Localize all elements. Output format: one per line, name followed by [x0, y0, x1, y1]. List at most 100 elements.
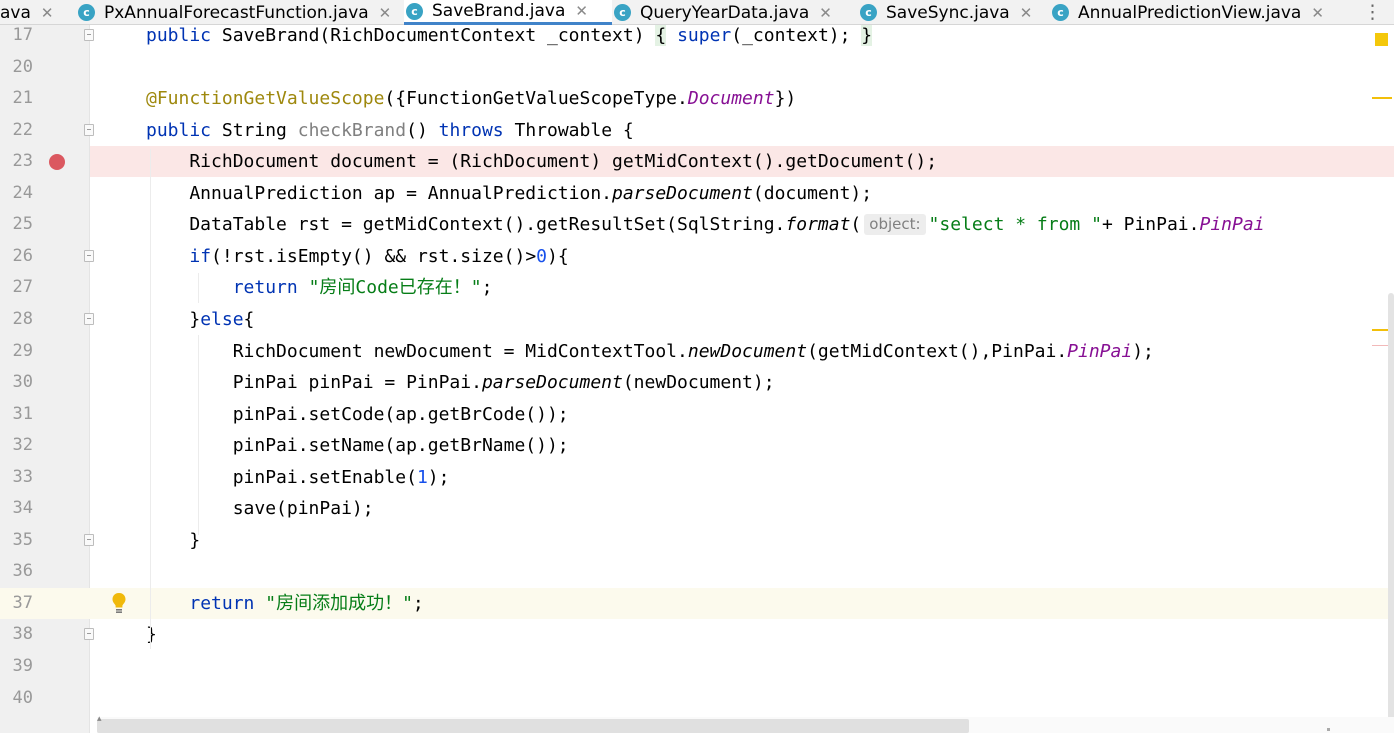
close-tab-icon[interactable]: ✕ [379, 4, 392, 22]
line-number[interactable]: 26 [0, 241, 33, 272]
scroll-arrow-icon[interactable]: ▴ [97, 714, 102, 724]
line-number[interactable]: 28 [0, 304, 33, 335]
horizontal-scrollbar-thumb[interactable] [97, 719, 969, 733]
tab-pxannualforecastfunction[interactable]: c PxAnnualForecastFunction.java ✕ [76, 0, 404, 25]
line-number[interactable]: 21 [0, 83, 33, 114]
code-text[interactable]: RichDocument newDocument = MidContextToo… [146, 336, 1154, 367]
code-text[interactable]: if(!rst.isEmpty() && rst.size()>0){ [146, 241, 568, 272]
code-line[interactable]: 27 return "房间Code已存在！"; [0, 272, 1394, 303]
close-tab-icon[interactable]: ✕ [1020, 4, 1033, 22]
line-number[interactable]: 39 [0, 651, 33, 682]
line-number[interactable]: 20 [0, 52, 33, 83]
more-tabs-icon[interactable]: ⋮ [1363, 1, 1382, 23]
code-text[interactable]: save(pinPai); [146, 493, 374, 524]
code-line[interactable]: 29 RichDocument newDocument = MidContext… [0, 336, 1394, 367]
vertical-scrollbar[interactable] [1388, 293, 1394, 723]
breakpoint-code-line[interactable]: 23 RichDocument document = (RichDocument… [13, 146, 1394, 178]
code-text[interactable]: return "房间添加成功！"; [146, 588, 423, 619]
line-number[interactable]: 33 [0, 462, 33, 493]
tab-ava[interactable]: ava ✕ [0, 0, 76, 25]
code-line[interactable]: 39 [0, 651, 1394, 682]
code-text[interactable]: } [146, 525, 200, 556]
fold-marker-icon[interactable] [84, 628, 94, 641]
line-number[interactable]: 30 [0, 367, 33, 398]
code-line[interactable]: 30 PinPai pinPai = PinPai.parseDocument(… [0, 367, 1394, 398]
code-line[interactable]: 31 pinPai.setCode(ap.getBrCode()); [0, 399, 1394, 430]
code-line[interactable]: 24 AnnualPrediction ap = AnnualPredictio… [0, 178, 1394, 209]
line-number[interactable]: 17 [0, 25, 33, 51]
line-number[interactable]: 34 [0, 493, 33, 524]
code-text[interactable]: RichDocument document = (RichDocument) g… [146, 146, 937, 177]
code-editor[interactable]: 17 public SaveBrand(RichDocumentContext _… [0, 25, 1394, 733]
tab-label: PxAnnualForecastFunction.java [104, 2, 369, 23]
code-token: (RichDocumentContext _context) [319, 25, 656, 46]
code-text[interactable]: public String checkBrand() throws Throwa… [146, 115, 634, 146]
close-tab-icon[interactable]: ✕ [1311, 4, 1324, 22]
tab-queryyeardata[interactable]: c QueryYearData.java ✕ [612, 0, 858, 25]
line-number[interactable]: 23 [0, 146, 33, 177]
close-tab-icon[interactable]: ✕ [575, 2, 588, 20]
line-number[interactable]: 40 [0, 683, 33, 714]
code-token: public [146, 119, 212, 141]
code-line[interactable]: 35 } [0, 525, 1394, 556]
tab-label: QueryYearData.java [640, 2, 810, 23]
line-number[interactable]: 25 [0, 209, 33, 240]
inspection-status-icon[interactable] [1375, 33, 1388, 46]
fold-marker-icon[interactable] [84, 123, 94, 136]
close-tab-icon[interactable]: ✕ [41, 4, 54, 22]
line-number[interactable]: 32 [0, 430, 33, 461]
tab-savebrand[interactable]: c SaveBrand.java ✕ [404, 0, 612, 25]
fold-marker-icon[interactable] [84, 29, 94, 41]
warning-marker[interactable] [1372, 97, 1392, 99]
code-text[interactable]: } [146, 619, 157, 650]
line-number[interactable]: 38 [0, 619, 33, 650]
line-number[interactable]: 35 [0, 525, 33, 556]
code-line[interactable]: 21 @FunctionGetValueScope({FunctionGetVal… [0, 83, 1394, 114]
line-number[interactable]: 36 [0, 556, 33, 587]
code-line[interactable]: 33 pinPai.setEnable(1); [0, 462, 1394, 493]
code-line[interactable]: 17 public SaveBrand(RichDocumentContext _… [0, 25, 1394, 51]
intention-bulb-icon[interactable] [110, 590, 128, 616]
code-text[interactable]: }else{ [146, 304, 254, 335]
code-line[interactable]: 22 public String checkBrand() throws Thro… [0, 115, 1394, 146]
tab-annualpredictionview[interactable]: c AnnualPredictionView.java ✕ [1050, 0, 1350, 25]
code-line[interactable]: 40 [0, 683, 1394, 714]
indent-guide [198, 273, 199, 303]
tab-label: SaveSync.java [886, 2, 1010, 23]
line-number[interactable]: 27 [0, 272, 33, 303]
code-token: PinPai [1199, 214, 1265, 236]
code-token: throws [438, 119, 504, 141]
code-line[interactable]: 38} [0, 619, 1394, 650]
caret-code-line[interactable]: 37 return "房间添加成功！"; [0, 587, 1394, 619]
line-number[interactable]: 37 [0, 588, 33, 619]
code-token: else [200, 308, 244, 330]
fold-marker-icon[interactable] [84, 533, 94, 546]
code-text[interactable]: public SaveBrand(RichDocumentContext _co… [146, 25, 873, 51]
code-text[interactable]: AnnualPrediction ap = AnnualPrediction.p… [146, 178, 872, 209]
line-number[interactable]: 22 [0, 115, 33, 146]
line-number[interactable]: 31 [0, 399, 33, 430]
indent-guide [150, 149, 151, 649]
code-token: 1 [416, 466, 428, 488]
code-text[interactable]: pinPai.setName(ap.getBrName()); [146, 430, 569, 461]
code-text[interactable]: pinPai.setCode(ap.getBrCode()); [146, 399, 569, 430]
code-line[interactable]: 34 save(pinPai); [0, 493, 1394, 524]
line-number[interactable]: 24 [0, 178, 33, 209]
code-line[interactable]: 36 [0, 556, 1394, 587]
close-tab-icon[interactable]: ✕ [819, 4, 832, 22]
code-token: checkBrand [297, 119, 407, 141]
tab-savesync[interactable]: c SaveSync.java ✕ [858, 0, 1050, 25]
code-text[interactable]: pinPai.setEnable(1); [146, 462, 450, 493]
code-line[interactable]: 28 }else{ [0, 304, 1394, 335]
fold-marker-icon[interactable] [84, 312, 94, 325]
code-line[interactable]: 26 if(!rst.isEmpty() && rst.size()>0){ [0, 241, 1394, 272]
code-line[interactable]: 25 DataTable rst = getMidContext().getRe… [0, 209, 1394, 240]
fold-marker-icon[interactable] [84, 249, 94, 262]
code-text[interactable]: DataTable rst = getMidContext().getResul… [146, 209, 1265, 240]
line-number[interactable]: 29 [0, 336, 33, 367]
code-line[interactable]: 32 pinPai.setName(ap.getBrName()); [0, 430, 1394, 461]
code-text[interactable]: PinPai pinPai = PinPai.parseDocument(new… [146, 367, 775, 398]
code-line[interactable]: 20 [0, 52, 1394, 83]
code-text[interactable]: @FunctionGetValueScope({FunctionGetValue… [146, 83, 796, 114]
